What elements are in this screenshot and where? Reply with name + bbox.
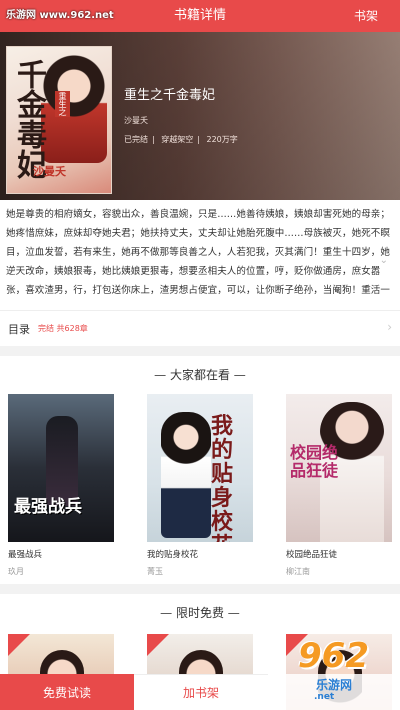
book-category: 穿越架空 (161, 135, 194, 144)
book-title: 最强战兵 (8, 550, 43, 560)
cover-text: 最强战兵 (14, 497, 82, 517)
logo-number: 962 (298, 636, 369, 676)
free-badge-icon (8, 634, 30, 656)
book-author: 菁玉 (147, 567, 163, 576)
cover-tag: 重生之 (55, 91, 70, 117)
cover-author: 沙曼夭 (33, 165, 66, 178)
free-badge-icon (147, 634, 169, 656)
book-hero: 千金毒妃 重生之 沙曼夭 重生之千金毒妃 沙曼夭 已完结 | 穿越架空 | 220万… (0, 32, 400, 200)
book-cover-image: 我的贴身校花 (147, 394, 253, 542)
book-author: 玖月 (8, 567, 24, 576)
book-cover-image: 校园绝品狂徒 (286, 394, 392, 542)
popular-section: — 大家都在看 — 最强战兵 最强战兵 玖月 我的贴身校花 我的贴身校花 菁玉 … (0, 356, 400, 584)
book-cover-image: 最强战兵 (8, 394, 114, 542)
description-panel[interactable]: 她是尊贵的相府嫡女，容貌出众，善良温婉，只是……她善待姨娘，姨娘却害死她的母亲；… (0, 200, 400, 310)
table-of-contents-row[interactable]: 目录 完结 共628章 › (0, 310, 400, 346)
popular-book-1[interactable]: 最强战兵 最强战兵 玖月 (8, 394, 114, 577)
book-title: 校园绝品狂徒 (286, 550, 338, 560)
site-logo: 962 乐游网 .net (274, 636, 394, 708)
book-description: 她是尊贵的相府嫡女，容貌出众，善良温婉，只是……她善待姨娘，姨娘却害死她的母亲；… (6, 209, 391, 296)
book-author[interactable]: 沙曼夭 (124, 115, 242, 126)
toc-info: 完结 共628章 (38, 324, 88, 333)
book-cover[interactable]: 千金毒妃 重生之 沙曼夭 (6, 46, 112, 194)
page-title: 书籍详情 (173, 8, 226, 23)
cover-illustration (41, 53, 107, 163)
cover-title: 千金毒妃 (11, 59, 46, 179)
book-info: 重生之千金毒妃 沙曼夭 已完结 | 穿越架空 | 220万字 (124, 80, 242, 145)
book-word-count: 220万字 (206, 135, 238, 144)
logo-name: 乐游网 (316, 678, 353, 692)
free-read-button[interactable]: 免费试读 (0, 674, 134, 710)
cover-text: 我的贴身校花 (211, 413, 234, 542)
book-title: 我的贴身校花 (147, 550, 199, 560)
book-status: 已完结 (124, 135, 148, 144)
book-title: 重生之千金毒妃 (124, 88, 216, 103)
logo-domain: .net (314, 692, 335, 702)
book-meta: 已完结 | 穿越架空 | 220万字 (124, 135, 238, 144)
add-to-shelf-button[interactable]: 加书架 (134, 674, 268, 710)
top-header: 乐游网 www.962.net 书籍详情 书架 (0, 0, 400, 32)
popular-book-2[interactable]: 我的贴身校花 我的贴身校花 菁玉 (147, 394, 253, 577)
chevron-right-icon: › (387, 320, 392, 334)
popular-book-3[interactable]: 校园绝品狂徒 校园绝品狂徒 柳江南 (286, 394, 392, 577)
popular-section-title: — 大家都在看 — (154, 368, 246, 382)
book-author: 柳江南 (286, 567, 310, 576)
free-section-title: — 限时免费 — (160, 606, 240, 620)
toc-label: 目录 (8, 323, 30, 336)
expand-icon[interactable]: ⌄ (380, 255, 388, 266)
cover-text: 校园绝品狂徒 (290, 443, 339, 480)
bookshelf-link[interactable]: 书架 (354, 0, 378, 32)
